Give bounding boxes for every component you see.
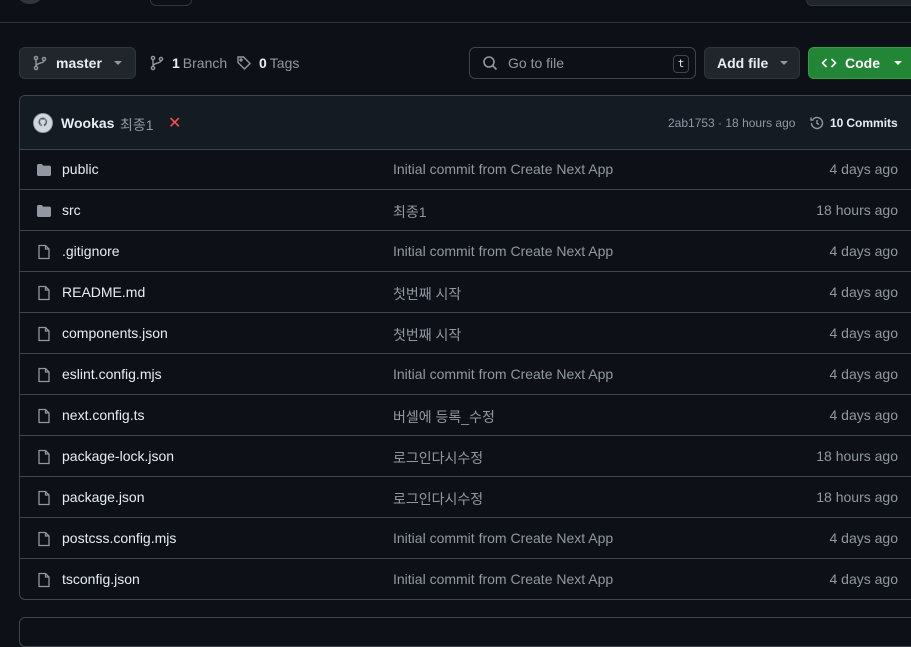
git-branch-icon (150, 55, 164, 71)
code-button[interactable]: Code (808, 47, 911, 79)
tag-icon (237, 56, 251, 70)
file-row[interactable]: postcss.config.mjs Initial commit from Cr… (20, 518, 911, 559)
owner-avatar[interactable] (18, 0, 42, 4)
file-name[interactable]: package.json (62, 489, 145, 505)
file-name[interactable]: postcss.config.mjs (62, 530, 176, 546)
file-name[interactable]: eslint.config.mjs (62, 366, 162, 382)
repo-header-fragment (0, 0, 911, 23)
file-icon (36, 285, 52, 304)
tag-count-label: Tags (269, 55, 300, 71)
add-file-button[interactable]: Add file (704, 47, 800, 79)
file-row[interactable]: .gitignore Initial commit from Create Nex… (20, 231, 911, 272)
latest-commit-bar: Wookas 최종1 ✕ 2ab1753 · 18 hours ago 10 C… (20, 96, 911, 150)
file-last-updated: 4 days ago (829, 161, 899, 177)
file-last-updated: 18 hours ago (816, 448, 898, 464)
file-name[interactable]: src (62, 202, 81, 218)
file-commit-message[interactable]: Initial commit from Create Next App (393, 243, 613, 259)
history-icon (810, 116, 824, 130)
author-avatar[interactable] (33, 113, 53, 133)
file-last-updated: 4 days ago (829, 284, 899, 300)
search-icon (483, 56, 498, 71)
file-commit-message[interactable]: Initial commit from Create Next App (393, 530, 613, 546)
file-last-updated: 4 days ago (829, 243, 899, 259)
folder-icon (36, 203, 52, 222)
file-icon (36, 244, 52, 263)
file-row[interactable]: src 최종1 18 hours ago (20, 190, 911, 231)
search-input[interactable] (506, 54, 660, 72)
file-row[interactable]: package-lock.json 로그인다시수정 18 hours ago (20, 436, 911, 477)
file-last-updated: 4 days ago (829, 366, 899, 382)
chevron-down-icon (780, 61, 789, 65)
code-button-label: Code (845, 55, 880, 71)
file-commit-message[interactable]: 최종1 (393, 202, 427, 222)
file-commit-message[interactable]: Initial commit from Create Next App (393, 366, 613, 382)
tag-count: 0 (259, 55, 267, 71)
file-row[interactable]: tsconfig.json Initial commit from Create … (20, 559, 911, 599)
code-icon (821, 58, 837, 68)
file-commit-message[interactable]: 로그인다시수정 (393, 489, 483, 509)
git-branch-icon (33, 55, 47, 71)
file-last-updated: 18 hours ago (816, 489, 898, 505)
file-commit-message[interactable]: 로그인다시수정 (393, 448, 483, 468)
add-file-label: Add file (717, 55, 769, 71)
chevron-down-icon (113, 61, 122, 65)
file-last-updated: 4 days ago (829, 407, 899, 423)
commits-history-link[interactable]: 10 Commits (809, 115, 898, 131)
file-last-updated: 4 days ago (829, 571, 899, 587)
commits-label: Commits (846, 116, 898, 130)
commit-message[interactable]: 최종1 (120, 115, 154, 135)
branch-selector-button[interactable]: master (19, 47, 136, 79)
branch-count-label: Branch (182, 55, 228, 71)
go-to-file-search[interactable]: t (469, 47, 696, 79)
readme-panel-fragment (19, 617, 911, 647)
file-commit-message[interactable]: 첫번째 시작 (393, 325, 461, 345)
file-commit-message[interactable]: Initial commit from Create Next App (393, 571, 613, 587)
file-name[interactable]: package-lock.json (62, 448, 174, 464)
file-icon (36, 326, 52, 345)
file-row[interactable]: components.json 첫번째 시작 4 days ago (20, 313, 911, 354)
file-commit-message[interactable]: 첫번째 시작 (393, 284, 461, 304)
file-name[interactable]: README.md (62, 284, 145, 300)
file-row[interactable]: eslint.config.mjs Initial commit from Cre… (20, 354, 911, 395)
file-icon (36, 490, 52, 509)
branch-selector-label: master (56, 55, 102, 71)
file-row[interactable]: public Initial commit from Create Next Ap… (20, 149, 911, 190)
file-icon (36, 408, 52, 427)
header-action-button[interactable] (806, 0, 911, 6)
visibility-badge (150, 0, 192, 6)
file-list: public Initial commit from Create Next Ap… (20, 149, 911, 599)
branch-count: 1 (172, 55, 180, 71)
folder-icon (36, 162, 52, 181)
file-name[interactable]: components.json (62, 325, 168, 341)
file-row[interactable]: package.json 로그인다시수정 18 hours ago (20, 477, 911, 518)
file-commit-message[interactable]: 버셀에 등록_수정 (393, 407, 495, 427)
file-last-updated: 4 days ago (829, 530, 899, 546)
file-icon (36, 367, 52, 386)
keyboard-shortcut-hint: t (673, 55, 689, 73)
chevron-down-icon (894, 61, 902, 65)
file-browser: Wookas 최종1 ✕ 2ab1753 · 18 hours ago 10 C… (19, 95, 911, 600)
file-name[interactable]: tsconfig.json (62, 571, 140, 587)
file-name[interactable]: public (62, 161, 99, 177)
file-row[interactable]: README.md 첫번째 시작 4 days ago (20, 272, 911, 313)
file-name[interactable]: .gitignore (62, 243, 120, 259)
file-name[interactable]: next.config.ts (62, 407, 145, 423)
file-row[interactable]: next.config.ts 버셀에 등록_수정 4 days ago (20, 395, 911, 436)
file-last-updated: 18 hours ago (816, 202, 898, 218)
file-icon (36, 572, 52, 591)
branches-link[interactable]: 1 Branch (149, 55, 227, 71)
file-icon (36, 449, 52, 468)
file-last-updated: 4 days ago (829, 325, 899, 341)
commits-number: 10 (830, 116, 844, 130)
commit-author[interactable]: Wookas (61, 115, 114, 131)
tags-link[interactable]: 0 Tags (236, 55, 299, 71)
file-icon (36, 531, 52, 550)
file-commit-message[interactable]: Initial commit from Create Next App (393, 161, 613, 177)
commit-hash-time[interactable]: 2ab1753 · 18 hours ago (668, 116, 795, 130)
check-failed-icon[interactable]: ✕ (168, 113, 181, 133)
